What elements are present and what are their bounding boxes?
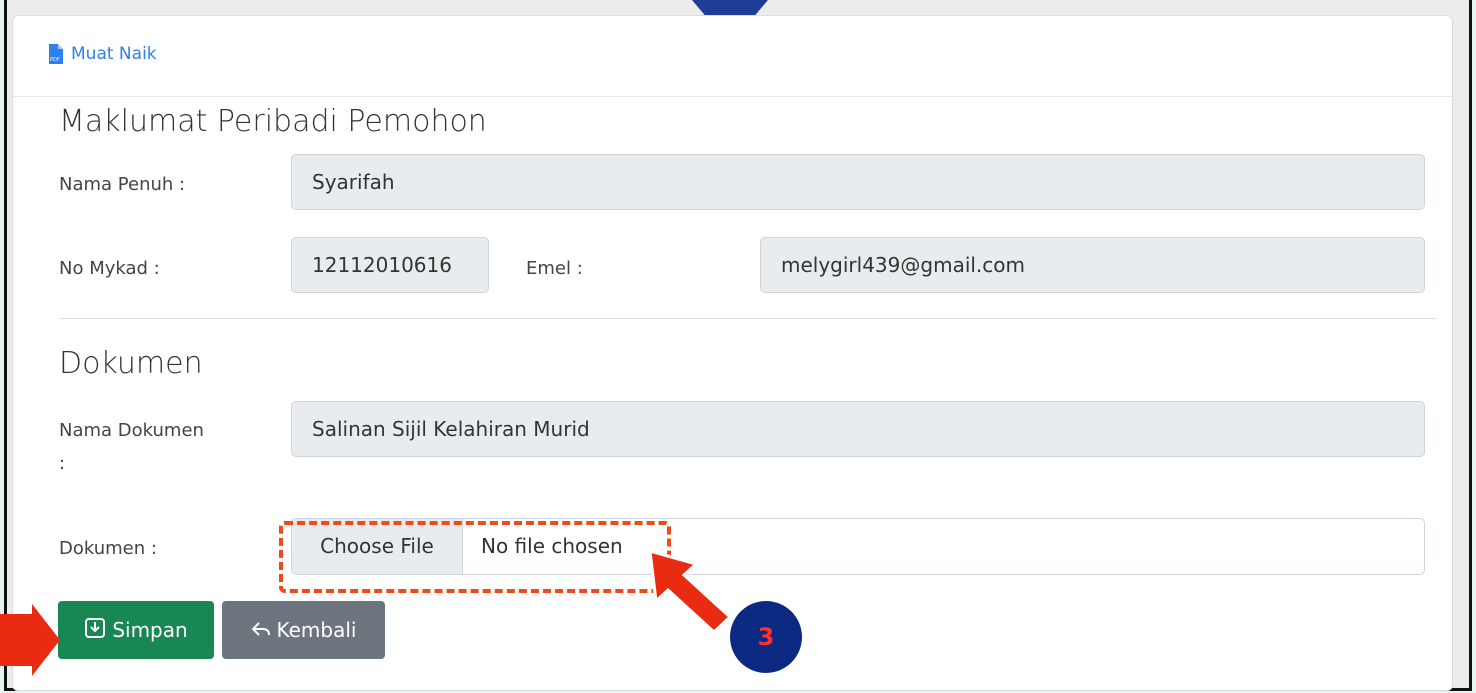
email-field[interactable]: melygirl439@gmail.com — [760, 237, 1425, 293]
full-name-label: Nama Penuh : — [59, 174, 186, 195]
personal-info-title: Maklumat Peribadi Pemohon — [59, 104, 487, 139]
red-arrow-file-icon — [648, 548, 733, 635]
save-button[interactable]: Simpan — [58, 601, 214, 659]
mykad-field[interactable]: 12112010616 — [291, 237, 489, 293]
back-button[interactable]: Kembali — [222, 601, 385, 659]
pdf-upload-icon: PDF — [47, 44, 65, 64]
reply-icon — [251, 618, 271, 642]
document-name-field[interactable]: Salinan Sijil Kelahiran Murid — [291, 401, 1425, 457]
download-icon — [84, 617, 106, 644]
upload-tab-label: Muat Naik — [71, 44, 157, 64]
back-button-label: Kembali — [276, 618, 357, 642]
document-title: Dokumen — [59, 346, 203, 381]
svg-text:PDF: PDF — [50, 57, 60, 63]
section-divider — [59, 318, 1437, 319]
upload-tab-link[interactable]: PDF Muat Naik — [47, 44, 157, 64]
red-arrow-save-icon — [0, 604, 60, 676]
document-name-label: Nama Dokumen — [59, 420, 204, 441]
save-button-label: Simpan — [112, 618, 188, 642]
highlight-dashed-box — [279, 521, 671, 593]
full-name-field[interactable]: Syarifah — [291, 154, 1425, 210]
card-header: PDF Muat Naik — [13, 16, 1452, 97]
mykad-label: No Mykad : — [59, 258, 160, 279]
email-label: Emel : — [526, 258, 583, 279]
document-file-label: Dokumen : — [59, 538, 157, 559]
document-name-colon: : — [59, 453, 66, 474]
